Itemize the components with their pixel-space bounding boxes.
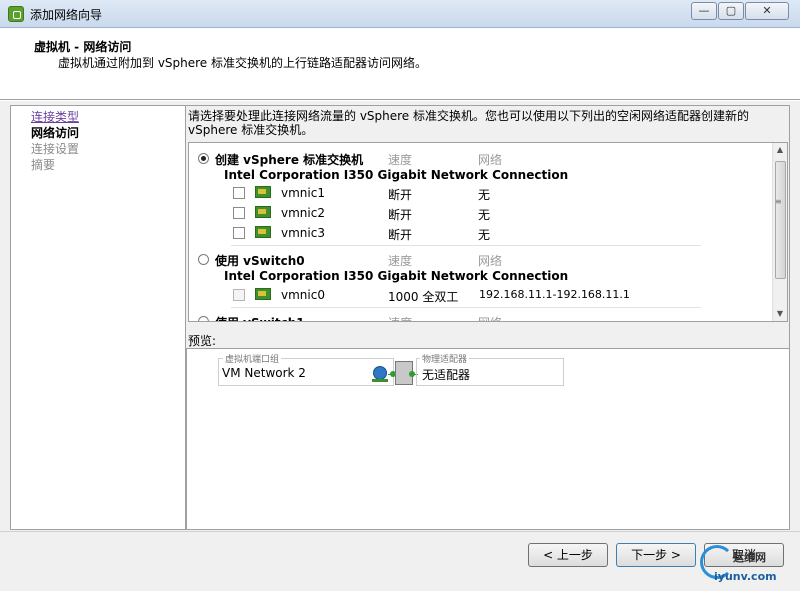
nic-name: vmnic1 [281, 186, 325, 200]
list-separator [231, 307, 701, 308]
physical-adapter-box: 物理适配器 无适配器 [416, 352, 564, 386]
col-network-header: 网络 [478, 314, 502, 321]
network-adapter-icon [255, 206, 271, 218]
page-title: 虚拟机 - 网络访问 [34, 40, 132, 54]
adapter-group-label: Intel Corporation I350 Gigabit Network C… [224, 269, 569, 283]
radio-use-vswitch1[interactable] [198, 316, 209, 321]
back-button[interactable]: < 上一步 [528, 543, 608, 567]
scroll-up-icon[interactable]: ▲ [775, 145, 785, 155]
portgroup-caption: 虚拟机端口组 [223, 352, 282, 365]
preview-label: 预览: [188, 334, 217, 348]
nic-speed: 1000 全双工 [388, 290, 459, 304]
option-vswitch0-label[interactable]: 使用 vSwitch0 [215, 252, 305, 269]
nic-speed: 断开 [388, 228, 413, 242]
adapter-caption: 物理适配器 [420, 352, 470, 365]
maximize-button[interactable]: ▢ [718, 2, 744, 20]
option-vswitch1-label[interactable]: 使用 vSwitch1 [215, 314, 305, 321]
col-network-header: 网络 [478, 254, 503, 268]
close-button[interactable]: ✕ [745, 2, 789, 20]
instruction-text: 请选择要处理此连接网络流量的 vSphere 标准交换机。您也可以使用以下列出的… [188, 109, 750, 137]
nic-checkbox[interactable] [233, 207, 245, 219]
nic-name: vmnic0 [281, 288, 325, 302]
window-title: 添加网络向导 [30, 8, 103, 22]
step-network-access: 网络访问 [31, 126, 80, 140]
nic-checkbox[interactable] [233, 187, 245, 199]
scroll-thumb[interactable] [775, 161, 786, 279]
nic-name: vmnic3 [281, 226, 325, 240]
col-network-header: 网络 [478, 153, 503, 167]
option-create-switch-label[interactable]: 创建 vSphere 标准交换机 [215, 151, 363, 168]
portgroup-name: VM Network 2 [222, 366, 306, 380]
network-adapter-icon [255, 226, 271, 238]
switch-list: 创建 vSphere 标准交换机 速度 网络 Intel Corporation… [188, 142, 788, 322]
next-button[interactable]: 下一步 > [616, 543, 696, 567]
network-adapter-icon [255, 288, 271, 300]
list-scrollbar[interactable]: ▲ ≡ ▼ [772, 143, 787, 321]
network-adapter-icon [255, 186, 271, 198]
nic-name: vmnic2 [281, 206, 325, 220]
nic-network: 无 [478, 228, 491, 242]
vsphere-app-icon [8, 6, 24, 22]
watermark: 运维网 iyunv.com [700, 545, 795, 587]
connection-dot [409, 371, 415, 377]
adapter-value: 无适配器 [422, 368, 471, 382]
watermark-line2: iyunv.com [714, 570, 777, 583]
col-speed-header: 速度 [388, 153, 413, 167]
step-connection-type[interactable]: 连接类型 [31, 108, 79, 125]
radio-use-vswitch0[interactable] [198, 254, 209, 265]
nic-network: 无 [478, 208, 491, 222]
step-connection-settings: 连接设置 [31, 142, 80, 156]
watermark-line1: 运维网 [733, 551, 766, 564]
adapter-group-label: Intel Corporation I350 Gigabit Network C… [224, 168, 569, 182]
nic-network: 192.168.11.1-192.168.11.1 [479, 288, 630, 301]
col-speed-header: 速度 [388, 254, 413, 268]
nic-checkbox[interactable] [233, 227, 245, 239]
wizard-step-nav: 连接类型 网络访问 连接设置 摘要 [10, 105, 185, 530]
wizard-header: 虚拟机 - 网络访问 虚拟机通过附加到 vSphere 标准交换机的上行链路适配… [0, 28, 800, 100]
radio-create-switch[interactable] [198, 153, 209, 164]
page-subtitle: 虚拟机通过附加到 vSphere 标准交换机的上行链路适配器访问网络。 [58, 56, 428, 70]
nic-network: 无 [478, 188, 491, 202]
nic-speed: 断开 [388, 188, 413, 202]
col-speed-header: 速度 [388, 314, 412, 321]
vm-network-icon [372, 366, 388, 382]
step-summary: 摘要 [31, 158, 56, 172]
minimize-button[interactable]: — [691, 2, 717, 20]
list-separator [231, 245, 701, 246]
nic-checkbox [233, 289, 245, 301]
portgroup-box: 虚拟机端口组 VM Network 2 [218, 352, 394, 386]
nic-speed: 断开 [388, 208, 413, 222]
grip-icon: ≡ [775, 197, 782, 206]
title-bar: 添加网络向导 — ▢ ✕ [0, 0, 800, 28]
scroll-down-icon[interactable]: ▼ [775, 309, 785, 319]
